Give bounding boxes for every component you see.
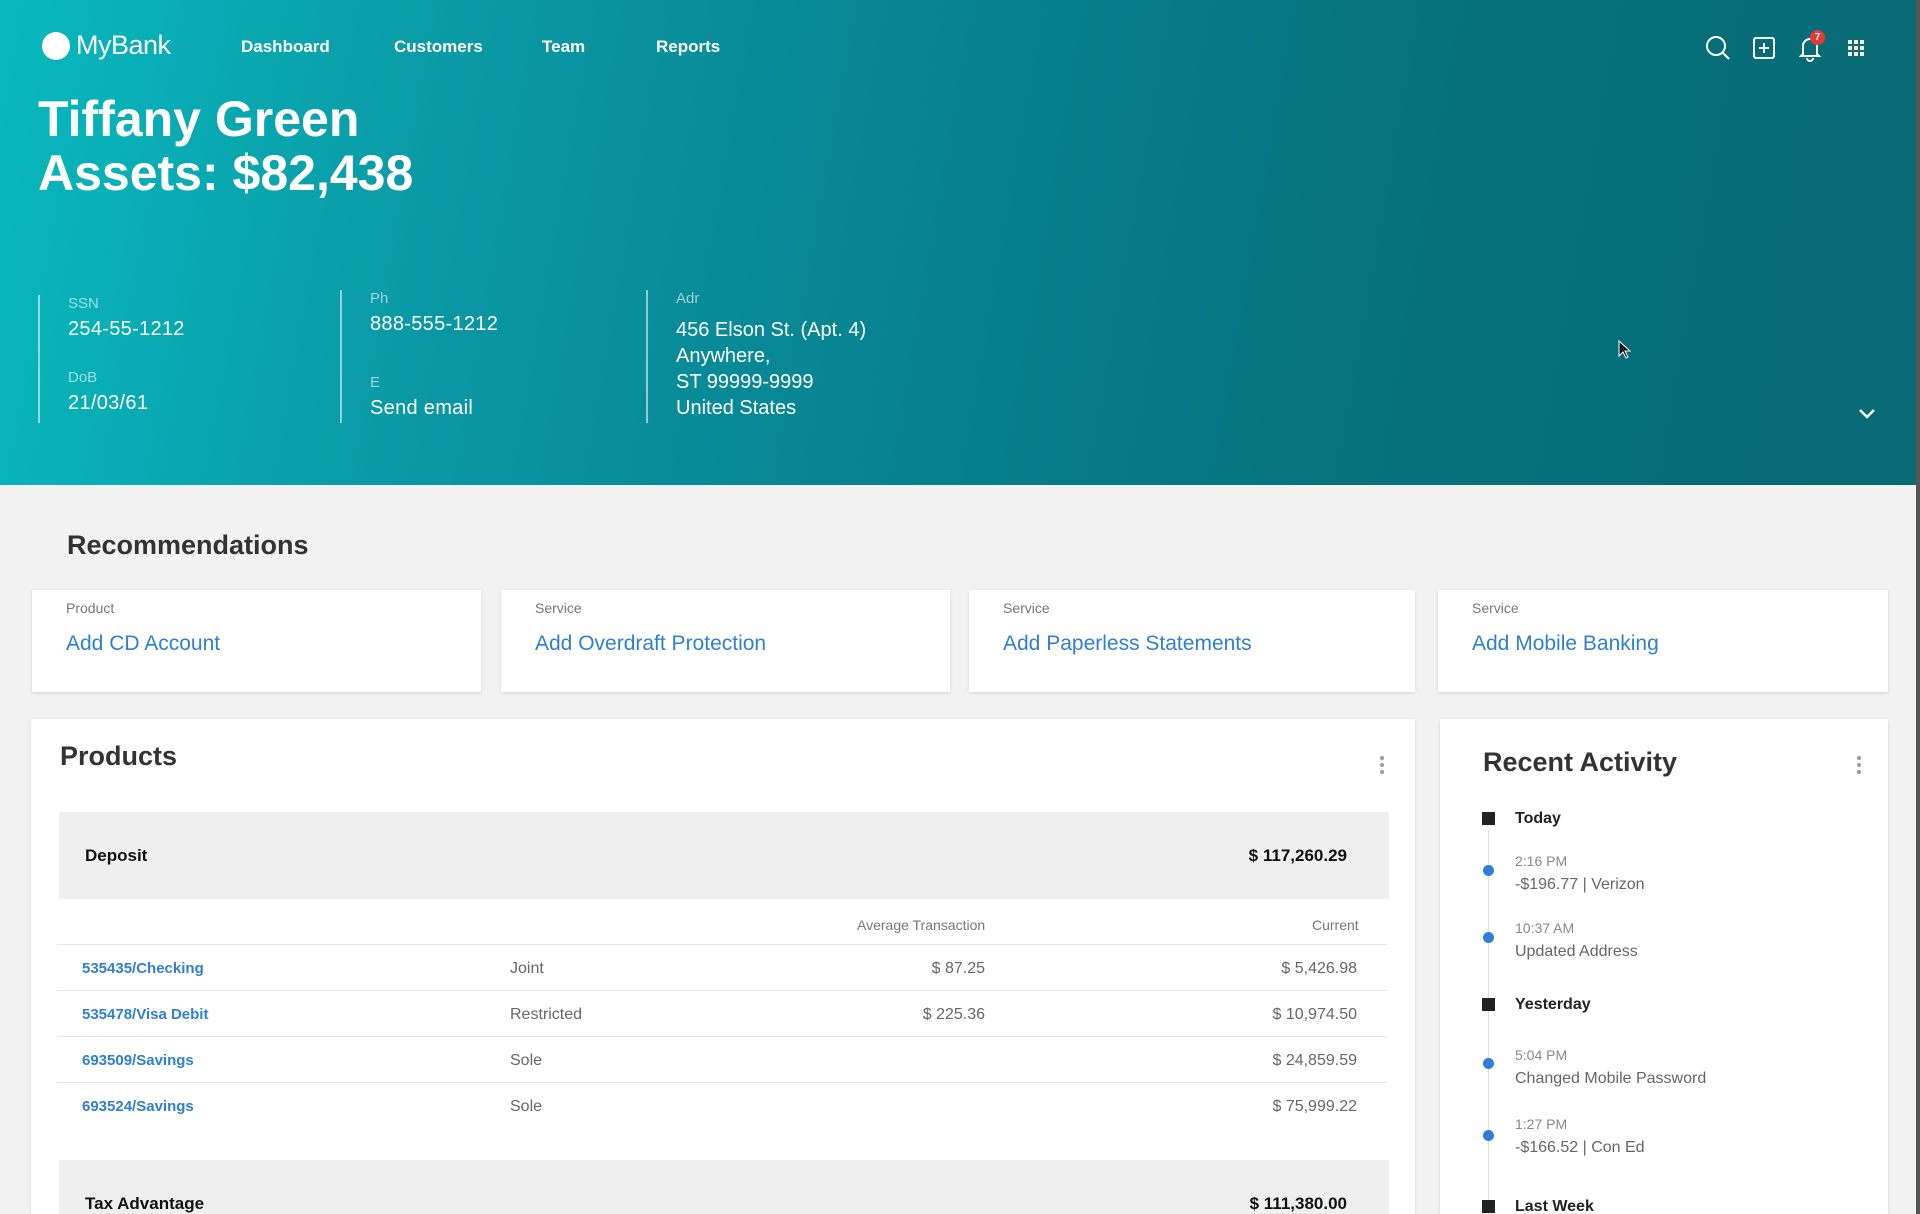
recommendation-title[interactable]: Add Overdraft Protection [535,632,916,656]
current-balance: $ 24,859.59 [1272,1052,1357,1069]
customer-header: MyBank Dashboard Customers Team Reports … [0,0,1920,485]
address-line-3: ST 99999-9999 [676,371,814,393]
address-value: 456 Elson St. (Apt. 4) Anywhere, ST 9999… [676,317,866,421]
nav-reports[interactable]: Reports [656,37,720,57]
activity-time: 2:16 PM [1515,853,1568,869]
recommendation-type: Service [1472,600,1519,616]
recommendation-card-paperless[interactable]: Service Add Paperless Statements [969,590,1415,692]
brand-logo[interactable]: MyBank [42,30,171,61]
column-average-transaction: Average Transaction [857,917,986,933]
activity-time: 1:27 PM [1515,1116,1568,1132]
logo-circle-icon [42,31,70,60]
table-row[interactable]: 535478/Visa Debit Restricted $ 225.36 $ … [57,990,1387,1036]
recommendation-type: Product [66,600,115,616]
column-current: Current [1312,917,1359,933]
nav-customers[interactable]: Customers [394,37,483,57]
group-total: $ 111,380.00 [1249,1194,1347,1213]
recommendation-title[interactable]: Add Mobile Banking [1472,632,1854,656]
current-balance: $ 10,974.50 [1272,1006,1357,1023]
nav-dashboard[interactable]: Dashboard [241,37,330,57]
account-link[interactable]: 535478/Visa Debit [82,1006,208,1023]
ssn-label: SSN [68,295,99,312]
average-transaction: $ 225.36 [922,1006,985,1023]
dob-label: DoB [68,369,98,386]
recent-activity-panel: Recent Activity [1440,719,1888,1214]
activity-description[interactable]: Updated Address [1515,943,1638,961]
account-type: Sole [510,1052,543,1069]
recent-activity-title: Recent Activity [1483,747,1678,777]
identity-info: SSN 254-55-1212 DoB 21/03/61 [38,295,185,423]
recommendation-type: Service [1003,600,1050,616]
recommendation-card-mobile[interactable]: Service Add Mobile Banking [1438,590,1888,692]
table-row[interactable]: 693524/Savings Sole $ 75,999.22 [57,1082,1387,1128]
customer-assets: Assets: $82,438 [38,145,414,201]
timeline-event-dot [1483,1130,1494,1141]
timeline-day-last-week: Last Week [1515,1198,1594,1214]
timeline-event-dot [1483,932,1494,943]
timeline-day-today: Today [1515,810,1561,827]
table-row[interactable]: 693509/Savings Sole $ 24,859.59 [57,1036,1387,1082]
timeline-line [1488,830,1489,1214]
activity-description[interactable]: -$196.77 | Verizon [1515,876,1645,894]
account-link[interactable]: 693524/Savings [82,1098,194,1115]
expand-chevron-icon[interactable] [1856,403,1878,425]
address-info: Adr 456 Elson St. (Apt. 4) Anywhere, ST … [646,290,866,423]
phone-label: Ph [370,290,389,307]
timeline-day-marker [1482,998,1495,1011]
timeline-event-dot [1483,865,1494,876]
average-transaction: $ 87.25 [931,960,985,977]
activity-description[interactable]: -$166.52 | Con Ed [1515,1139,1645,1157]
recommendation-type: Service [535,600,582,616]
table-row[interactable]: 535435/Checking Joint $ 87.25 $ 5,426.98 [57,944,1387,990]
products-menu-icon[interactable] [1377,754,1387,776]
header-actions: 7 [1704,30,1870,62]
recommendation-card-overdraft[interactable]: Service Add Overdraft Protection [501,590,950,692]
recommendation-card-cd[interactable]: Product Add CD Account [32,590,481,692]
send-email-link[interactable]: Send email [370,397,498,420]
bell-icon[interactable]: 7 [1796,30,1825,62]
account-type: Joint [510,960,544,977]
timeline-day-yesterday: Yesterday [1515,996,1591,1013]
nav-team[interactable]: Team [542,37,585,57]
group-deposit[interactable]: Deposit $ 117,260.29 [59,812,1389,899]
activity-time: 10:37 AM [1515,920,1575,936]
address-line-1: 456 Elson St. (Apt. 4) [676,319,867,341]
dob-value: 21/03/61 [68,392,149,414]
products-title: Products [60,741,178,771]
email-label: E [370,374,381,391]
account-type: Sole [510,1098,543,1115]
activity-menu-icon[interactable] [1854,754,1864,776]
current-balance: $ 75,999.22 [1272,1098,1357,1115]
mouse-cursor-icon [1618,339,1634,360]
customer-name: Tiffany Green [38,91,360,147]
recommendations-title: Recommendations [67,530,309,560]
add-icon[interactable] [1750,34,1778,62]
window-edge [1916,0,1920,1214]
search-icon[interactable] [1704,34,1732,62]
current-balance: $ 5,426.98 [1281,960,1357,977]
group-name: Deposit [85,846,148,865]
activity-time: 5:04 PM [1515,1047,1568,1063]
address-label: Adr [676,290,700,307]
timeline-day-marker [1482,812,1495,825]
activity-description[interactable]: Changed Mobile Password [1515,1070,1706,1088]
phone-value[interactable]: 888-555-1212 [370,313,498,336]
account-link[interactable]: 693509/Savings [82,1052,194,1069]
account-link[interactable]: 535435/Checking [82,960,204,977]
apps-grid-icon[interactable] [1842,34,1870,62]
recommendation-title[interactable]: Add CD Account [66,632,447,656]
contact-info: Ph 888-555-1212 E Send email [340,290,498,423]
group-total: $ 117,260.29 [1248,846,1347,865]
address-line-2: Anywhere, [676,345,771,367]
notification-badge: 7 [1810,30,1825,45]
recommendation-title[interactable]: Add Paperless Statements [1003,632,1381,656]
brand-name: MyBank [76,30,171,60]
timeline-event-dot [1483,1058,1494,1069]
group-tax-advantage[interactable]: Tax Advantage $ 111,380.00 [59,1160,1389,1214]
timeline-day-marker [1482,1200,1495,1213]
address-line-4: United States [676,397,797,419]
ssn-value: 254-55-1212 [68,318,185,340]
group-name: Tax Advantage [85,1194,205,1213]
account-type: Restricted [510,1006,583,1023]
